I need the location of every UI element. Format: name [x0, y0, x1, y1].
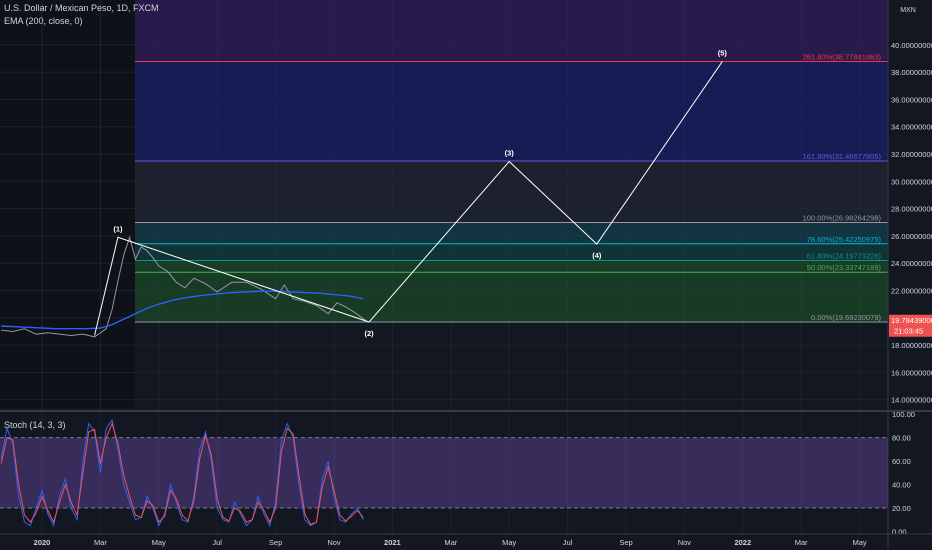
time-tick-label: Mar [94, 538, 107, 547]
fib-zone [135, 272, 888, 323]
chart-svg[interactable]: 0.00%(19.69230079) 50.00%(23.33747189) 61.… [0, 0, 932, 550]
time-tick-label: 2020 [34, 538, 51, 547]
time-tick-label: May [152, 538, 166, 547]
time-tick-label: Jul [212, 538, 222, 547]
time-tick-label: Nov [327, 538, 341, 547]
time-tick-label: May [502, 538, 516, 547]
time-tick-label: 2022 [734, 538, 751, 547]
price-tick-label: 30.00000000 [891, 177, 932, 186]
time-tick-label: Mar [444, 538, 457, 547]
time-tick-label: Sep [619, 538, 632, 547]
fib-level-label: 161.80%(31.48677805) [803, 152, 882, 161]
price-tick-label: 24.00000000 [891, 259, 932, 268]
fib-level-label: 61.80%(24.19773226) [807, 252, 882, 261]
stoch-tick-label: 20.00 [892, 504, 911, 513]
price-tick-label: 28.00000000 [891, 205, 932, 214]
fib-zone [135, 222, 888, 244]
price-tick-label: 32.00000000 [891, 150, 932, 159]
stoch-band [0, 437, 888, 509]
history-shade [0, 0, 135, 408]
price-tick-label: 34.00000000 [891, 123, 932, 132]
price-tick-label: 16.00000000 [891, 368, 932, 377]
stoch-tick-label: 40.00 [892, 481, 911, 490]
stoch-tick-label: 0.00 [892, 528, 907, 537]
time-tick-label: 2021 [384, 538, 401, 547]
stoch-tick-label: 60.00 [892, 457, 911, 466]
price-tick-label: 14.00000000 [891, 396, 932, 405]
stoch-tick-label: 100.00 [892, 410, 915, 419]
time-tick-label: Nov [678, 538, 692, 547]
stoch-legend: Stoch (14, 3, 3) [4, 420, 66, 430]
time-tick-label: Sep [269, 538, 282, 547]
price-tick-label: 26.00000000 [891, 232, 932, 241]
price-tick-label: 40.00000000 [891, 41, 932, 50]
fib-zone [135, 0, 888, 62]
wave-label: (2) [364, 329, 374, 338]
fib-zone [135, 260, 888, 273]
wave-label: (1) [113, 224, 123, 233]
ema-legend: EMA (200, close, 0) [4, 16, 83, 26]
fib-level-label: 0.00%(19.69230079) [811, 313, 882, 322]
fib-level-label: 100.00%(26.98264298) [803, 213, 882, 222]
currency-label: MXN [900, 7, 916, 14]
bar-countdown: 21:03:45 [894, 327, 923, 336]
stoch-tick-label: 80.00 [892, 434, 911, 443]
symbol-title: U.S. Dollar / Mexican Peso, 1D, FXCM [4, 3, 159, 13]
current-price-value: 19.78439000 [891, 316, 932, 325]
time-tick-label: Mar [795, 538, 808, 547]
time-tick-label: May [853, 538, 867, 547]
price-tick-label: 38.00000000 [891, 68, 932, 77]
price-tick-label: 18.00000000 [891, 341, 932, 350]
fib-level-label: 50.00%(23.33747189) [807, 263, 882, 272]
fib-level-label: 78.60%(25.42250975) [807, 235, 882, 244]
wave-label: (3) [505, 149, 515, 158]
fib-level-label: 261.80%(38.77841863) [803, 52, 882, 61]
fib-zone [135, 243, 888, 261]
wave-label: (5) [718, 48, 728, 57]
price-tick-label: 22.00000000 [891, 287, 932, 296]
time-tick-label: Jul [563, 538, 573, 547]
fib-zone [135, 61, 888, 162]
fib-zone [135, 161, 888, 223]
wave-label: (4) [592, 251, 602, 260]
price-tick-label: 36.00000000 [891, 95, 932, 104]
